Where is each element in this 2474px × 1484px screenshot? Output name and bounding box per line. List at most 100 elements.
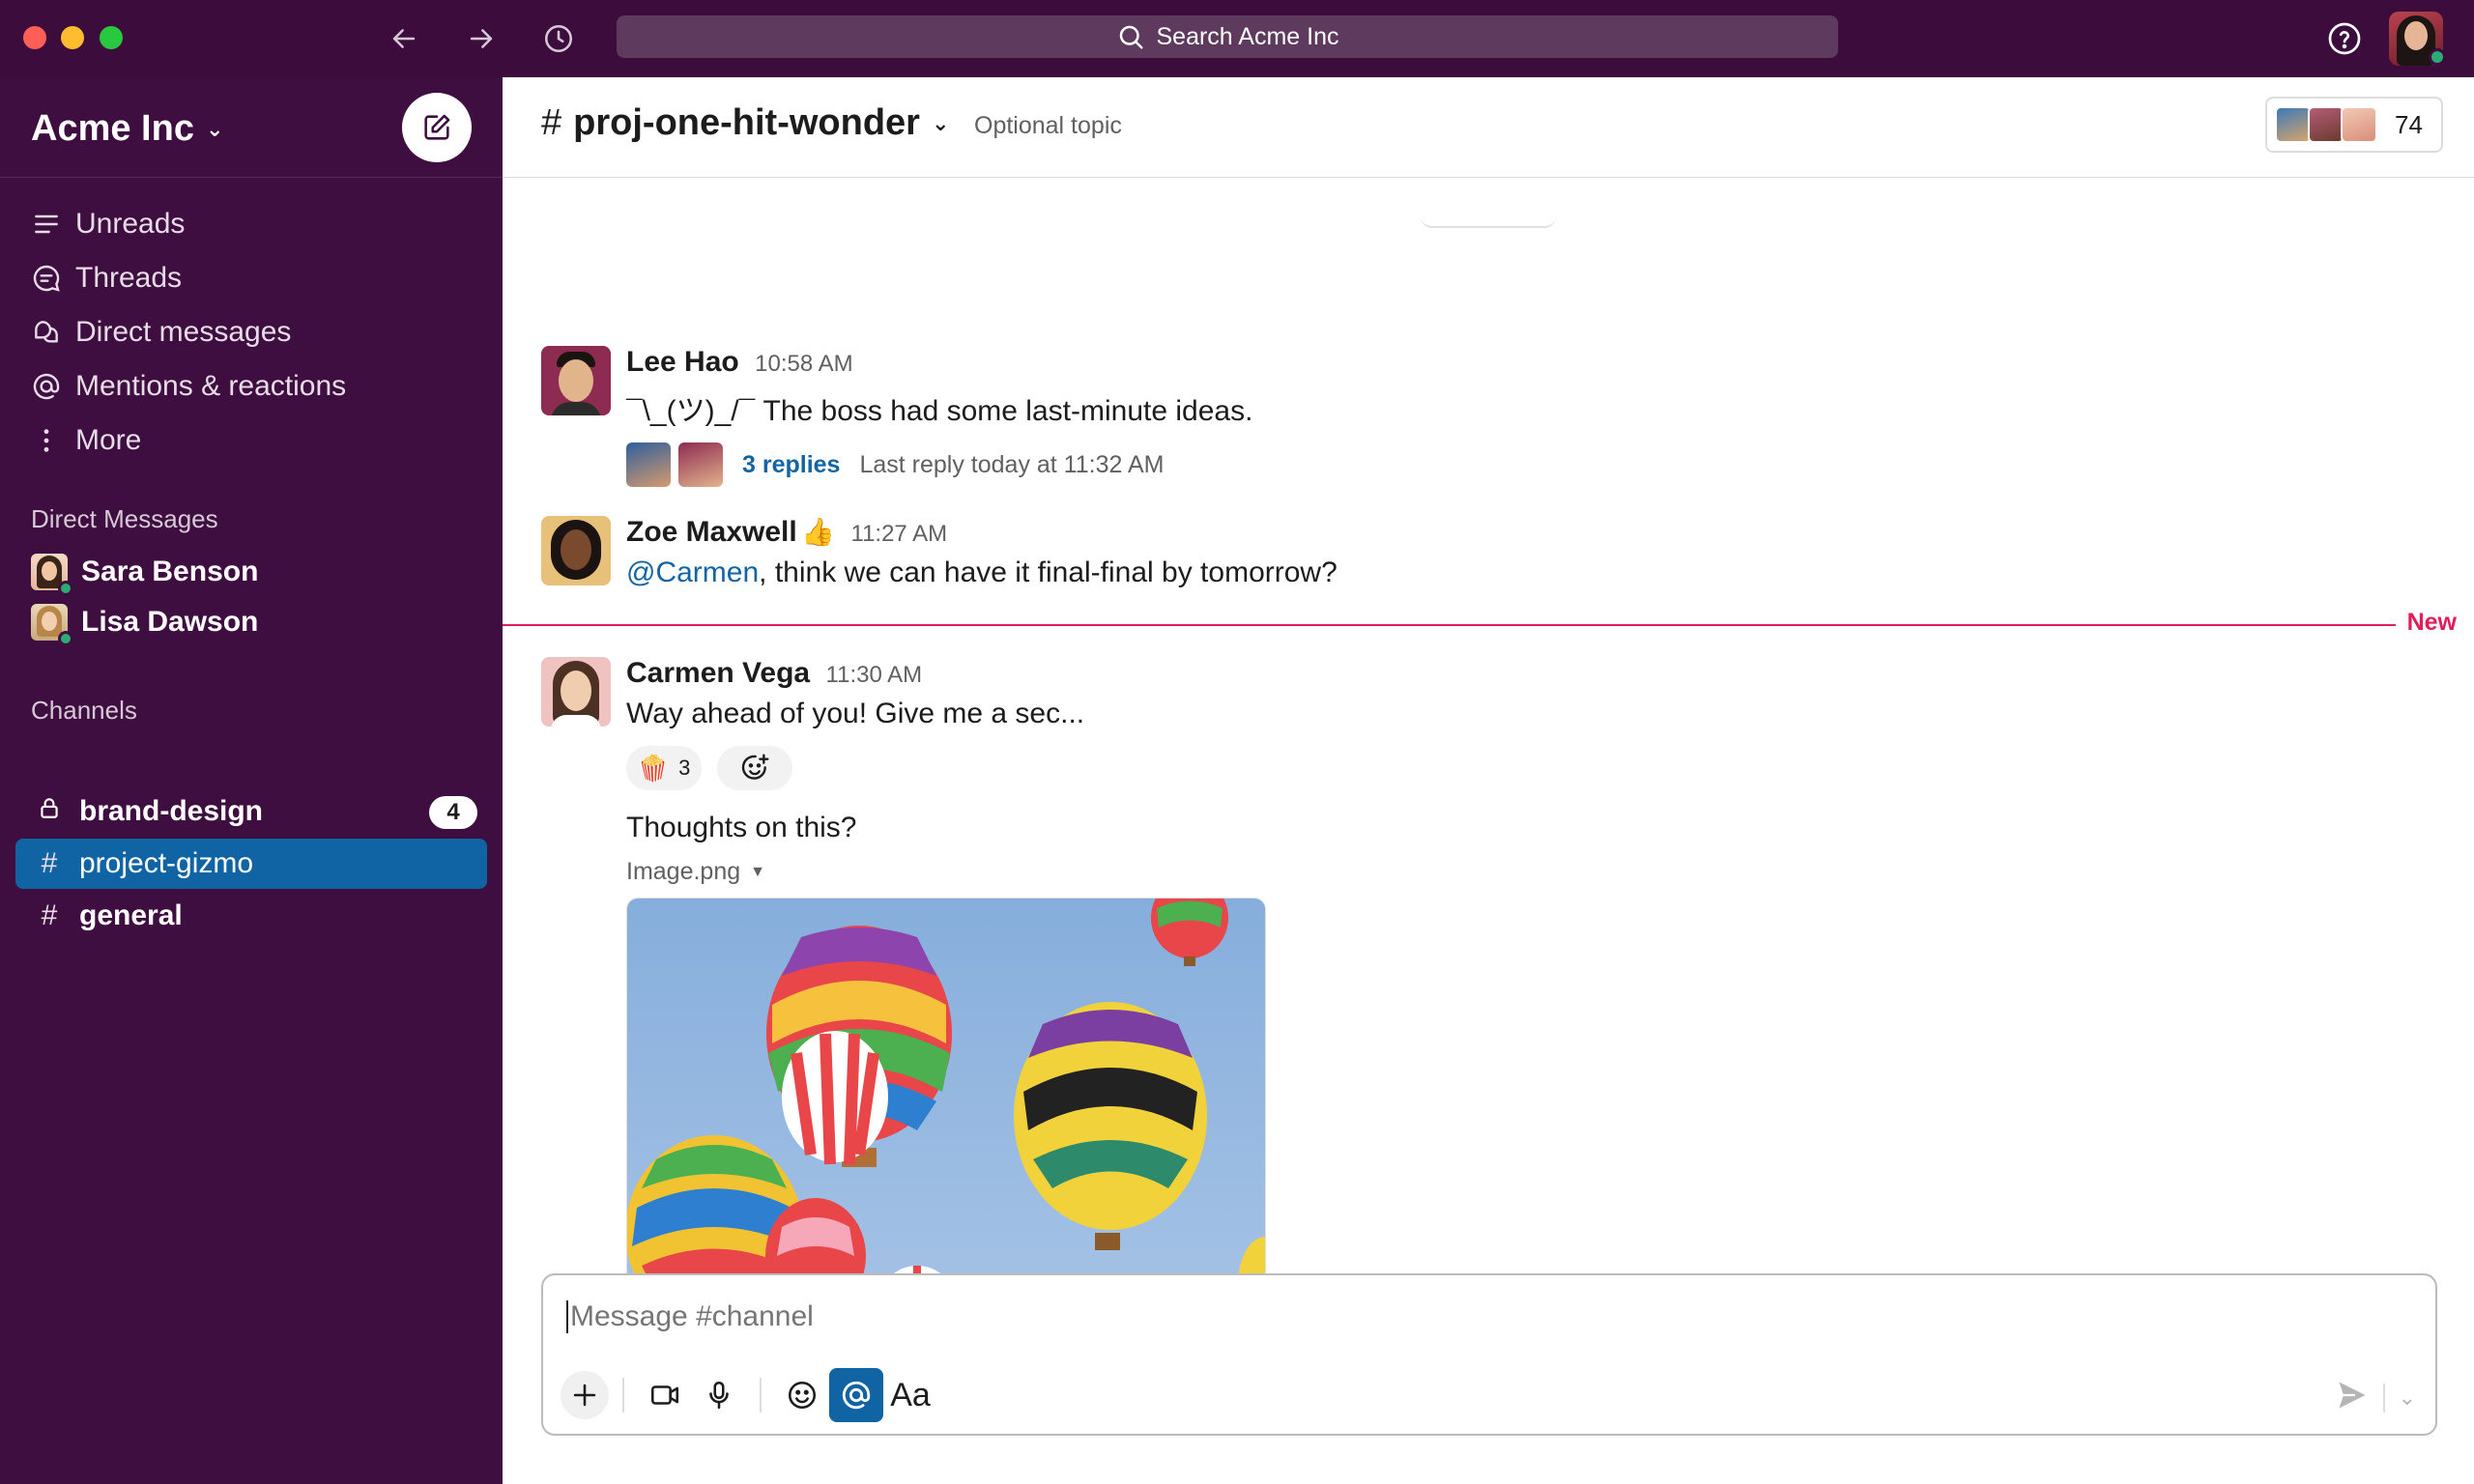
avatar[interactable] — [541, 657, 611, 727]
channel-topic[interactable]: Optional topic — [974, 112, 1122, 140]
new-messages-divider — [503, 624, 2474, 626]
attach-button[interactable] — [561, 1371, 609, 1419]
title-bar: Search Acme Inc — [0, 0, 2474, 77]
more-icon — [43, 429, 49, 452]
add-reaction-button[interactable] — [717, 746, 792, 790]
compose-button[interactable] — [402, 93, 472, 162]
message-time[interactable]: 11:30 AM — [826, 662, 923, 688]
avatar — [678, 442, 723, 487]
nav-item-direct-messages[interactable]: Direct messages — [15, 305, 487, 359]
audio-clip-button[interactable] — [692, 1368, 746, 1422]
chevron-down-icon: ⌄ — [931, 110, 950, 135]
clock-icon — [544, 24, 573, 53]
channel-name: brand-design — [79, 795, 264, 827]
channel-item-project-gizmo[interactable]: # project-gizmo — [15, 839, 487, 889]
minimize-window-button[interactable] — [61, 26, 84, 49]
author-name[interactable]: Carmen Vega — [626, 657, 810, 689]
avatar — [2341, 106, 2377, 143]
message-input[interactable] — [566, 1300, 2209, 1333]
channel-title: proj-one-hit-wonder — [573, 102, 920, 143]
microphone-icon — [709, 1381, 729, 1410]
message-time[interactable]: 10:58 AM — [755, 351, 852, 377]
direct-messages-icon — [35, 321, 58, 343]
author-name[interactable]: Zoe Maxwell — [626, 516, 797, 548]
help-button[interactable] — [2323, 17, 2366, 60]
emoji-button[interactable] — [775, 1368, 829, 1422]
nav-item-label: Threads — [75, 262, 183, 294]
message-text: @Carmen, think we can have it final-fina… — [626, 556, 1338, 588]
thread-summary[interactable]: 3 replies Last reply today at 11:32 AM — [626, 442, 2424, 487]
zoom-window-button[interactable] — [100, 26, 123, 49]
nav-list: Unreads Threads Direct messages Mentions… — [15, 197, 487, 468]
chevron-down-icon: ⌄ — [2398, 1384, 2416, 1410]
members-button[interactable]: 74 — [2265, 97, 2443, 153]
unreads-icon — [35, 214, 58, 234]
nav-item-more[interactable]: More — [15, 414, 487, 468]
avatar — [31, 554, 73, 596]
search-icon — [1119, 25, 1142, 49]
presence-active-icon — [2429, 48, 2446, 66]
dm-item-lisa-dawson[interactable]: Lisa Dawson — [15, 597, 487, 647]
unread-badge: 4 — [429, 796, 477, 829]
attachment-image[interactable] — [626, 898, 1266, 1337]
threads-icon — [33, 265, 60, 292]
nav-item-label: Unreads — [75, 208, 186, 240]
channels-section-title[interactable]: Channels — [31, 696, 137, 726]
message-time[interactable]: 11:27 AM — [851, 521, 948, 547]
nav-item-threads[interactable]: Threads — [15, 251, 487, 305]
nav-item-label: Direct messages — [75, 316, 292, 348]
hash-icon: # — [541, 102, 562, 143]
channel-item-brand-design[interactable]: brand-design 4 — [15, 786, 487, 837]
send-area: ⌄ — [2335, 1378, 2416, 1417]
mentions-icon — [33, 373, 60, 400]
reaction-popcorn[interactable]: 🍿 3 — [626, 746, 702, 790]
formatting-button[interactable]: Aa — [883, 1368, 937, 1422]
reactions-row: 🍿 3 — [626, 746, 2424, 790]
reaction-count: 3 — [678, 756, 691, 780]
channel-title-button[interactable]: # proj-one-hit-wonder ⌄ — [541, 102, 949, 144]
nav-item-label: More — [75, 424, 142, 456]
forward-button[interactable] — [460, 17, 503, 60]
video-clip-button[interactable] — [638, 1368, 692, 1422]
lock-icon — [37, 795, 62, 828]
channel-name: general — [79, 899, 183, 931]
slack-window: Search Acme Inc Acme Inc ⌄ Unreads Threa… — [0, 0, 2474, 1484]
search-bar[interactable]: Search Acme Inc — [617, 15, 1838, 58]
attachment-name[interactable]: Image.png ▼ — [626, 858, 2424, 886]
author-name[interactable]: Lee Hao — [626, 346, 739, 378]
presence-active-icon — [58, 631, 73, 646]
history-button[interactable] — [537, 17, 580, 60]
direct-messages-section-title[interactable]: Direct Messages — [31, 504, 218, 534]
avatar — [31, 604, 73, 646]
hash-icon: # — [41, 847, 58, 879]
send-icon — [2339, 1382, 2366, 1409]
video-icon — [650, 1385, 679, 1405]
avatar[interactable] — [541, 346, 611, 415]
message-list: Lee Hao 10:58 AM ¯\_(ツ)_/¯ The boss had … — [503, 178, 2474, 1337]
schedule-send-button[interactable]: ⌄ — [2399, 1385, 2416, 1411]
dm-name: Sara Benson — [81, 556, 259, 587]
dm-item-sara-benson[interactable]: Sara Benson — [15, 547, 487, 597]
channel-list: brand-design 4 # project-gizmo # general — [15, 786, 487, 943]
workspace-name: Acme Inc — [31, 108, 194, 149]
toolbar-divider — [760, 1378, 762, 1413]
channel-item-general[interactable]: # general — [15, 891, 487, 941]
hash-icon: # — [41, 899, 58, 931]
thread-replies-link[interactable]: 3 replies — [742, 451, 840, 479]
send-button[interactable] — [2335, 1378, 2370, 1417]
user-mention[interactable]: @Carmen — [626, 556, 759, 588]
avatar — [626, 442, 671, 487]
close-window-button[interactable] — [23, 26, 46, 49]
mention-button[interactable] — [829, 1368, 883, 1422]
nav-item-unreads[interactable]: Unreads — [15, 197, 487, 251]
nav-item-mentions[interactable]: Mentions & reactions — [15, 359, 487, 414]
main-pane: # proj-one-hit-wonder ⌄ Optional topic 7… — [503, 77, 2474, 1484]
back-button[interactable] — [383, 17, 425, 60]
thread-last-reply: Last reply today at 11:32 AM — [859, 450, 1165, 478]
channel-name: project-gizmo — [79, 847, 254, 879]
toolbar-divider — [622, 1378, 624, 1413]
workspace-switcher[interactable]: Acme Inc ⌄ — [31, 108, 223, 150]
avatar[interactable] — [541, 516, 611, 585]
popcorn-icon: 🍿 — [637, 753, 670, 783]
arrow-right-icon — [470, 29, 493, 48]
